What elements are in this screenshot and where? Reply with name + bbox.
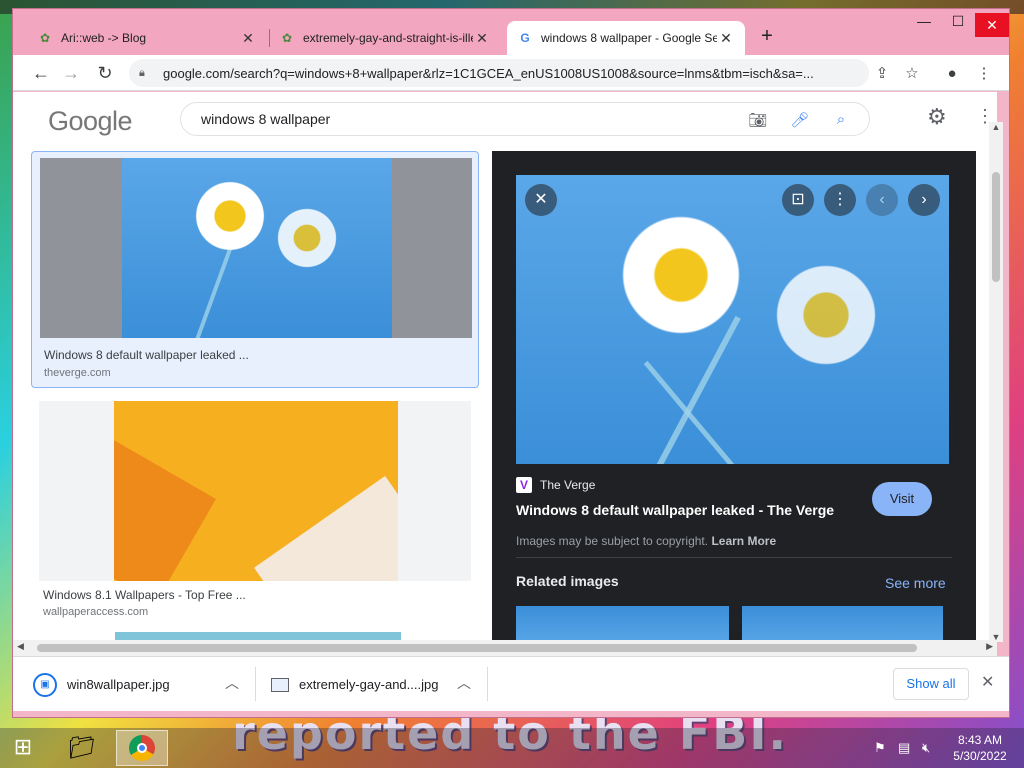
yellow-geometric-image xyxy=(114,401,398,581)
close-icon[interactable]: ✕ xyxy=(473,30,491,47)
tab-title: windows 8 wallpaper - Google Se xyxy=(541,31,717,45)
download-filename: win8wallpaper.jpg xyxy=(67,677,170,692)
image-file-icon xyxy=(271,677,289,692)
google-g-icon: G xyxy=(520,31,530,45)
chrome-window: ✿ Ari::web -> Blog ✕ ✿ extremely-gay-and… xyxy=(12,8,1010,718)
url-text: google.com/search?q=windows+8+wallpaper&… xyxy=(163,65,814,81)
close-icon[interactable]: ✕ xyxy=(981,672,994,692)
result-site: wallpaperaccess.com xyxy=(43,606,149,618)
google-images-page: Google windows 8 wallpaper 📷︎ 🎤︎ ⌕ ⚙ ⋮⋮⋮… xyxy=(13,92,997,640)
speaker-muted-icon[interactable]: 🔇︎ xyxy=(922,740,930,756)
profile-icon[interactable]: ● xyxy=(941,63,963,85)
file-explorer-icon[interactable]: 📁︎ xyxy=(56,730,108,766)
tab-title: Ari::web -> Blog xyxy=(61,31,147,45)
divider xyxy=(516,557,952,558)
search-icon[interactable]: ⌕ xyxy=(831,111,851,128)
copyright-text: Images may be subject to copyright. xyxy=(516,534,709,548)
microphone-icon[interactable]: 🎤︎ xyxy=(790,111,810,129)
close-window-button[interactable]: ✕ xyxy=(975,13,1009,37)
verge-logo-icon: V xyxy=(516,477,532,493)
tab-extremely-gay[interactable]: ✿ extremely-gay-and-straight-is-illeg ✕ xyxy=(269,21,501,55)
back-arrow-icon[interactable]: ← xyxy=(29,61,53,85)
tab-google-search[interactable]: G windows 8 wallpaper - Google Se ✕ xyxy=(507,21,745,55)
result-title[interactable]: Windows 8.1 Wallpapers - Top Free ... xyxy=(43,588,246,602)
result-card-verge[interactable]: Windows 8 default wallpaper leaked ... t… xyxy=(31,151,479,388)
system-clock[interactable]: 8:43 AM 5/30/2022 xyxy=(944,732,1016,764)
result-thumbnail[interactable] xyxy=(40,158,472,338)
share-icon[interactable]: ⇪ xyxy=(871,63,893,85)
result-thumbnail[interactable] xyxy=(39,401,471,581)
source-name: The Verge xyxy=(540,478,596,492)
scroll-thumb[interactable] xyxy=(992,172,1000,282)
see-more-link[interactable]: See more xyxy=(885,575,946,591)
chevron-up-icon[interactable]: ︿ xyxy=(457,673,471,693)
maximize-button[interactable]: ☐ xyxy=(941,13,975,30)
preview-image[interactable]: ✕ ⊡ ⋮ ‹ › xyxy=(516,175,949,464)
more-options-icon[interactable]: ⋮ xyxy=(824,184,856,216)
google-logo[interactable]: Google xyxy=(48,106,133,137)
related-image-thumb[interactable] xyxy=(516,606,729,640)
preview-title[interactable]: Windows 8 default wallpaper leaked - The… xyxy=(516,502,834,518)
network-icon[interactable]: ▤ xyxy=(898,740,910,756)
close-icon[interactable]: ✕ xyxy=(717,30,735,47)
tab-title: extremely-gay-and-straight-is-illeg xyxy=(303,31,473,45)
show-all-button[interactable]: Show all xyxy=(893,668,969,700)
horizontal-scrollbar[interactable]: ◀ ▶ xyxy=(13,640,997,656)
image-file-icon: ▣ xyxy=(33,672,57,697)
scroll-thumb[interactable] xyxy=(37,644,917,652)
reload-icon[interactable]: ↻ xyxy=(93,61,117,85)
download-item[interactable]: extremely-gay-and....jpg xyxy=(271,657,481,712)
new-tab-button[interactable]: + xyxy=(755,25,779,48)
image-preview-panel: ✕ ⊡ ⋮ ‹ › V The Verge Windows 8 default … xyxy=(492,151,976,640)
gear-icon[interactable]: ⚙ xyxy=(927,104,947,130)
chevron-right-icon[interactable]: › xyxy=(908,184,940,216)
tab-ari-blog[interactable]: ✿ Ari::web -> Blog ✕ xyxy=(27,21,267,55)
download-item[interactable]: ▣ win8wallpaper.jpg xyxy=(33,657,243,712)
flag-icon[interactable]: ⚑ xyxy=(874,740,886,756)
scroll-left-arrow[interactable]: ◀ xyxy=(17,641,24,652)
result-title[interactable]: Windows 8 default wallpaper leaked ... xyxy=(44,348,249,362)
scroll-up-arrow[interactable]: ▲ xyxy=(989,122,1003,132)
lock-icon: 🔒︎ xyxy=(139,66,145,79)
clock-date: 5/30/2022 xyxy=(953,749,1007,763)
download-filename: extremely-gay-and....jpg xyxy=(299,677,439,692)
tab-strip: ✿ Ari::web -> Blog ✕ ✿ extremely-gay-and… xyxy=(13,9,1009,55)
divider xyxy=(255,667,256,701)
address-bar[interactable]: 🔒︎ google.com/search?q=windows+8+wallpap… xyxy=(129,59,869,87)
cannabis-leaf-icon: ✿ xyxy=(281,31,293,45)
learn-more-link[interactable]: Learn More xyxy=(711,534,776,548)
menu-kebab-icon[interactable]: ⋮ xyxy=(973,63,995,85)
related-images-heading: Related images xyxy=(516,573,619,589)
clock-time: 8:43 AM xyxy=(957,733,1003,747)
copyright-notice: Images may be subject to copyright. Lear… xyxy=(516,534,776,548)
chrome-taskbar-icon[interactable] xyxy=(116,730,168,766)
minimize-button[interactable]: — xyxy=(907,13,941,29)
taskbar: ⊞ 📁︎ ⚑ ▤ 🔇︎ 8:43 AM 5/30/2022 xyxy=(0,728,1024,768)
chevron-left-icon[interactable]: ‹ xyxy=(866,184,898,216)
cannabis-leaf-icon: ✿ xyxy=(39,31,51,45)
related-image-thumb[interactable] xyxy=(742,606,943,640)
search-query: windows 8 wallpaper xyxy=(201,111,331,127)
browser-toolbar: ← → ↻ 🔒︎ google.com/search?q=windows+8+w… xyxy=(13,55,1009,91)
result-site: theverge.com xyxy=(44,367,111,379)
daisy-image xyxy=(122,158,392,338)
chevron-up-icon[interactable]: ︿ xyxy=(225,673,239,693)
windows-start-icon[interactable]: ⊞ xyxy=(8,734,38,762)
scroll-right-arrow[interactable]: ▶ xyxy=(986,641,993,652)
close-icon[interactable]: ✕ xyxy=(239,30,257,47)
divider xyxy=(487,667,488,701)
lens-icon[interactable]: ⊡ xyxy=(782,184,814,216)
preview-source[interactable]: V The Verge xyxy=(516,477,595,493)
result-card-wallpaperaccess[interactable]: Windows 8.1 Wallpapers - Top Free ... wa… xyxy=(31,399,479,619)
bookmark-star-icon[interactable]: ☆ xyxy=(901,63,923,85)
camera-icon[interactable]: 📷︎ xyxy=(748,111,768,129)
result-thumbnail-partial[interactable] xyxy=(115,632,401,640)
vertical-scrollbar[interactable]: ▲ ▼ xyxy=(989,122,1003,642)
visit-button[interactable]: Visit xyxy=(872,482,932,516)
forward-arrow-icon[interactable]: → xyxy=(59,61,83,85)
download-bar: ▣ win8wallpaper.jpg ︿ extremely-gay-and.… xyxy=(13,656,1009,711)
close-icon[interactable]: ✕ xyxy=(525,184,557,216)
